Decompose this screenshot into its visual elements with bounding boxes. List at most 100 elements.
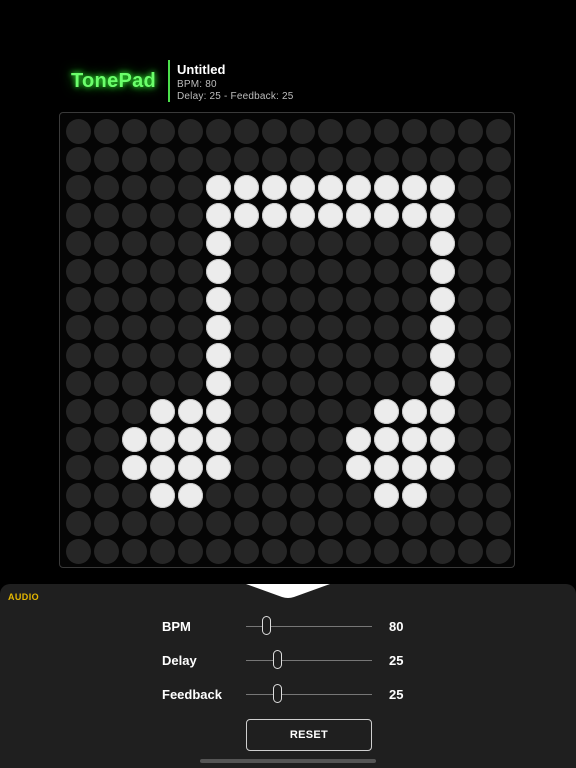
pad-cell[interactable] bbox=[456, 453, 484, 481]
pad-cell[interactable] bbox=[92, 369, 120, 397]
pad-cell[interactable] bbox=[344, 341, 372, 369]
pad-cell[interactable] bbox=[316, 285, 344, 313]
pad-cell[interactable] bbox=[428, 145, 456, 173]
pad-cell[interactable] bbox=[176, 313, 204, 341]
pad-cell[interactable] bbox=[428, 369, 456, 397]
pad-cell[interactable] bbox=[400, 537, 428, 565]
collapse-panel-handle[interactable] bbox=[246, 584, 330, 598]
pad-cell[interactable] bbox=[64, 229, 92, 257]
pad-cell[interactable] bbox=[176, 397, 204, 425]
pad-cell[interactable] bbox=[484, 397, 512, 425]
song-title[interactable]: Untitled bbox=[177, 62, 294, 77]
pad-cell[interactable] bbox=[204, 145, 232, 173]
pad-cell[interactable] bbox=[372, 145, 400, 173]
pad-cell[interactable] bbox=[316, 509, 344, 537]
pad-cell[interactable] bbox=[372, 229, 400, 257]
pad-cell[interactable] bbox=[484, 117, 512, 145]
pad-cell[interactable] bbox=[64, 509, 92, 537]
pad-cell[interactable] bbox=[120, 229, 148, 257]
pad-cell[interactable] bbox=[400, 173, 428, 201]
pad-cell[interactable] bbox=[316, 341, 344, 369]
pad-cell[interactable] bbox=[344, 425, 372, 453]
pad-cell[interactable] bbox=[120, 173, 148, 201]
pad-cell[interactable] bbox=[92, 117, 120, 145]
pad-cell[interactable] bbox=[400, 425, 428, 453]
pad-cell[interactable] bbox=[260, 369, 288, 397]
pad-cell[interactable] bbox=[232, 257, 260, 285]
pad-cell[interactable] bbox=[232, 369, 260, 397]
pad-cell[interactable] bbox=[204, 369, 232, 397]
pad-cell[interactable] bbox=[316, 397, 344, 425]
pad-cell[interactable] bbox=[120, 537, 148, 565]
pad-cell[interactable] bbox=[316, 453, 344, 481]
pad-cell[interactable] bbox=[232, 341, 260, 369]
pad-cell[interactable] bbox=[344, 173, 372, 201]
pad-cell[interactable] bbox=[344, 481, 372, 509]
pad-cell[interactable] bbox=[92, 285, 120, 313]
pad-cell[interactable] bbox=[92, 537, 120, 565]
pad-cell[interactable] bbox=[148, 537, 176, 565]
pad-cell[interactable] bbox=[428, 257, 456, 285]
pad-cell[interactable] bbox=[64, 313, 92, 341]
pad-cell[interactable] bbox=[92, 145, 120, 173]
pad-cell[interactable] bbox=[372, 173, 400, 201]
pad-cell[interactable] bbox=[456, 313, 484, 341]
pad-cell[interactable] bbox=[148, 145, 176, 173]
pad-cell[interactable] bbox=[64, 257, 92, 285]
pad-cell[interactable] bbox=[288, 425, 316, 453]
pad-cell[interactable] bbox=[260, 145, 288, 173]
pad-cell[interactable] bbox=[288, 145, 316, 173]
pad-cell[interactable] bbox=[288, 369, 316, 397]
pad-cell[interactable] bbox=[204, 537, 232, 565]
pad-cell[interactable] bbox=[204, 285, 232, 313]
pad-cell[interactable] bbox=[176, 257, 204, 285]
pad-cell[interactable] bbox=[64, 537, 92, 565]
pad-cell[interactable] bbox=[400, 453, 428, 481]
pad-cell[interactable] bbox=[260, 341, 288, 369]
pad-cell[interactable] bbox=[260, 285, 288, 313]
pad-cell[interactable] bbox=[64, 453, 92, 481]
pad-cell[interactable] bbox=[120, 481, 148, 509]
bpm-slider[interactable] bbox=[246, 616, 372, 635]
pad-cell[interactable] bbox=[344, 397, 372, 425]
pad-cell[interactable] bbox=[176, 229, 204, 257]
pad-cell[interactable] bbox=[344, 537, 372, 565]
pad-cell[interactable] bbox=[176, 369, 204, 397]
pad-cell[interactable] bbox=[428, 397, 456, 425]
pad-cell[interactable] bbox=[64, 201, 92, 229]
pad-cell[interactable] bbox=[120, 509, 148, 537]
pad-cell[interactable] bbox=[64, 117, 92, 145]
pad-cell[interactable] bbox=[204, 397, 232, 425]
pad-cell[interactable] bbox=[428, 425, 456, 453]
pad-cell[interactable] bbox=[176, 341, 204, 369]
pad-cell[interactable] bbox=[148, 481, 176, 509]
feedback-slider-thumb[interactable] bbox=[273, 684, 282, 703]
pad-cell[interactable] bbox=[64, 481, 92, 509]
pad-cell[interactable] bbox=[148, 117, 176, 145]
pad-cell[interactable] bbox=[232, 509, 260, 537]
pad-cell[interactable] bbox=[148, 453, 176, 481]
pad-cell[interactable] bbox=[92, 509, 120, 537]
pad-cell[interactable] bbox=[204, 341, 232, 369]
pad-cell[interactable] bbox=[120, 313, 148, 341]
pad-cell[interactable] bbox=[400, 145, 428, 173]
pad-cell[interactable] bbox=[92, 481, 120, 509]
pad-cell[interactable] bbox=[148, 425, 176, 453]
pad-cell[interactable] bbox=[344, 145, 372, 173]
pad-cell[interactable] bbox=[456, 509, 484, 537]
pad-cell[interactable] bbox=[428, 285, 456, 313]
pad-cell[interactable] bbox=[456, 369, 484, 397]
pad-cell[interactable] bbox=[64, 397, 92, 425]
pad-cell[interactable] bbox=[344, 509, 372, 537]
pad-cell[interactable] bbox=[428, 453, 456, 481]
bpm-slider-thumb[interactable] bbox=[262, 616, 271, 635]
pad-cell[interactable] bbox=[64, 341, 92, 369]
pad-cell[interactable] bbox=[316, 313, 344, 341]
pad-cell[interactable] bbox=[316, 201, 344, 229]
pad-cell[interactable] bbox=[344, 453, 372, 481]
pad-cell[interactable] bbox=[288, 341, 316, 369]
pad-cell[interactable] bbox=[316, 425, 344, 453]
pad-cell[interactable] bbox=[484, 537, 512, 565]
pad-cell[interactable] bbox=[64, 369, 92, 397]
pad-cell[interactable] bbox=[176, 117, 204, 145]
